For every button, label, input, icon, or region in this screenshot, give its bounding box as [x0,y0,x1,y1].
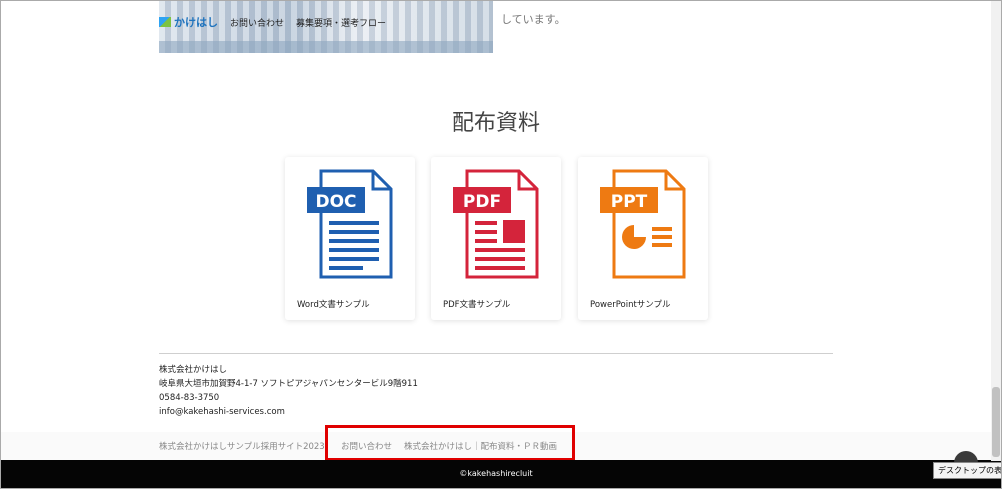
doc-badge: DOC [315,192,356,212]
document-card-powerpoint[interactable]: PPT PowerPointサンプル [578,157,708,320]
scrollbar-thumb[interactable] [992,387,1000,457]
nav-contact[interactable]: お問い合わせ [230,16,284,29]
footer-divider [159,353,833,354]
document-card-word[interactable]: DOC Word文書サンプル [285,157,415,320]
footer-site-copy: 株式会社かけはしサンプル採用サイト2023 [159,442,325,452]
pdf-file-icon: PDF [453,169,539,279]
copyright-bar: ©kakehashirecluit [1,460,1001,488]
section-title: 配布資料 [451,111,540,136]
nav-recruitment[interactable]: 募集要項・選考フロー [296,16,386,29]
ppt-file-icon: PPT [600,169,686,279]
document-label[interactable]: PowerPointサンプル [590,298,671,310]
logo-mark-icon [159,17,171,27]
ppt-badge: PPT [611,192,648,212]
vertical-scrollbar[interactable] [991,1,1001,461]
site-logo[interactable]: かけはし [159,14,218,30]
document-card-pdf[interactable]: PDF PDF文書サンプル [431,157,561,320]
company-email: info@kakehashi-services.com [159,407,285,417]
pdf-badge: PDF [463,192,501,212]
company-phone: 0584-83-3750 [159,393,220,403]
company-name: 株式会社かけはし [159,365,228,375]
company-address: 岐阜県大垣市加賀野4-1-7 ソフトピアジャパンセンタービル9階911 [159,379,418,389]
document-label[interactable]: Word文書サンプル [297,298,370,310]
highlight-box [325,425,575,461]
site-header: かけはし お問い合わせ 募集要項・選考フロー [159,13,386,31]
company-info: 株式会社かけはし 岐阜県大垣市加賀野4-1-7 ソフトピアジャパンセンタービル9… [159,363,418,419]
doc-file-icon: DOC [307,169,393,279]
browser-frame: かけはし お問い合わせ 募集要項・選考フロー しています。 配布資料 DOC W… [0,0,1002,489]
copyright-text: ©kakehashirecluit [459,469,533,478]
logo-text: かけはし [174,16,218,29]
desktop-view-tooltip: デスクトップの表示 [933,462,1001,479]
document-label[interactable]: PDF文書サンプル [443,298,510,310]
hero-text: しています。 [501,13,566,26]
